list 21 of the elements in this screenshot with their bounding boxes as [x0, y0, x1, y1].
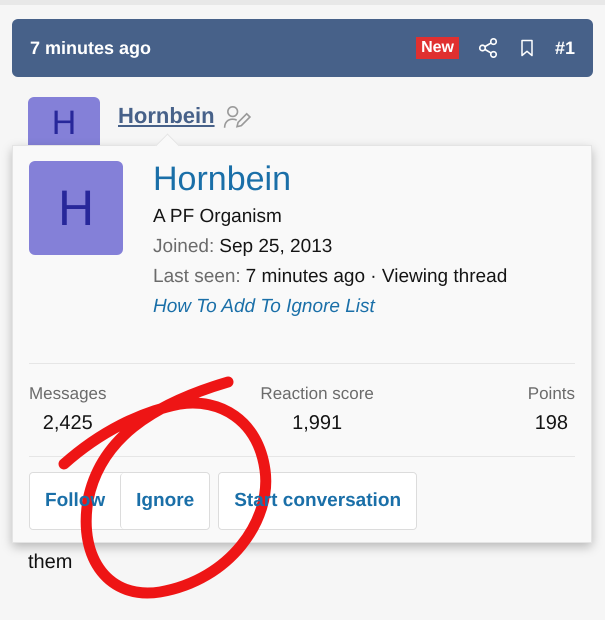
- member-name-link[interactable]: Hornbein: [153, 161, 508, 198]
- stat-value: 2,425: [42, 412, 93, 436]
- stat-label: Reaction score: [260, 384, 374, 404]
- avatar[interactable]: H: [29, 161, 123, 255]
- user-edit-icon[interactable]: [222, 105, 251, 129]
- member-title: A PF Organism: [153, 206, 283, 228]
- stat-label: Points: [528, 384, 575, 404]
- fact-label: Last seen:: [153, 266, 241, 288]
- username-link[interactable]: Hornbein: [118, 103, 215, 129]
- share-icon[interactable]: [476, 37, 499, 59]
- fact-value: 7 minutes ago · Viewing thread: [246, 266, 508, 288]
- ignore-list-link[interactable]: How To Add To Ignore List: [153, 296, 508, 318]
- stat-value: 1,991: [292, 412, 342, 436]
- stat-label: Messages: [29, 384, 106, 404]
- stat-value: 198: [534, 412, 568, 436]
- new-badge: New: [416, 37, 459, 59]
- fact-label: Joined:: [153, 236, 214, 258]
- post-text: them: [28, 551, 74, 574]
- post-number-link[interactable]: #1: [554, 38, 575, 58]
- fact-value: Sep 25, 2013: [219, 236, 332, 258]
- post-time: 7 minutes ago: [30, 38, 152, 58]
